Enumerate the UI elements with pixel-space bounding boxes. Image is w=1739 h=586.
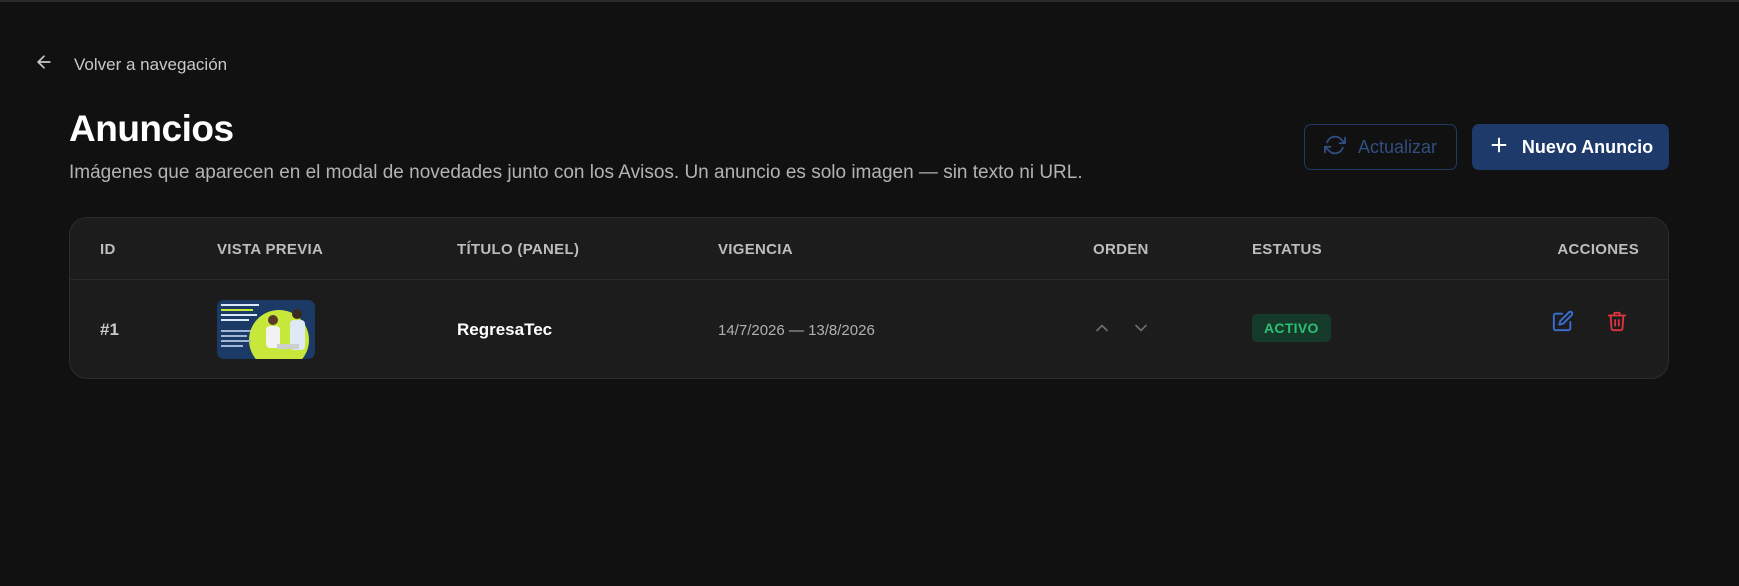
back-to-navigation-link[interactable]: Volver a navegación <box>34 52 227 77</box>
chevron-down-icon <box>1131 324 1151 342</box>
page-subtitle: Imágenes que aparecen en el modal de nov… <box>69 162 1083 183</box>
column-header-title: TÍTULO (PANEL) <box>457 241 580 258</box>
edit-button[interactable] <box>1552 310 1574 332</box>
new-announcement-button[interactable]: Nuevo Anuncio <box>1472 124 1669 170</box>
column-header-order: ORDEN <box>1093 241 1149 258</box>
table-row: #1 RegresaTec 14/7/2026 — 13/8/2026 ACTI… <box>70 280 1668 378</box>
refresh-button[interactable]: Actualizar <box>1304 124 1457 170</box>
edit-icon <box>1552 310 1574 336</box>
announcement-vigencia: 14/7/2026 — 13/8/2026 <box>718 322 875 339</box>
arrow-left-icon <box>34 52 54 77</box>
status-badge: ACTIVO <box>1252 314 1331 342</box>
announcements-table: ID VISTA PREVIA TÍTULO (PANEL) VIGENCIA … <box>69 217 1669 379</box>
column-header-status: ESTATUS <box>1252 241 1322 258</box>
move-up-button[interactable] <box>1092 318 1112 338</box>
chevron-up-icon <box>1092 324 1112 342</box>
move-down-button[interactable] <box>1131 318 1151 338</box>
announcement-title: RegresaTec <box>457 320 553 339</box>
table-header: ID VISTA PREVIA TÍTULO (PANEL) VIGENCIA … <box>70 218 1668 280</box>
page-title: Anuncios <box>69 108 234 149</box>
back-link-label: Volver a navegación <box>74 54 228 74</box>
refresh-button-label: Actualizar <box>1357 136 1438 157</box>
delete-button[interactable] <box>1606 310 1628 332</box>
top-border <box>0 0 1739 2</box>
plus-icon <box>1488 134 1510 161</box>
column-header-id: ID <box>100 241 116 258</box>
column-header-vigencia: VIGENCIA <box>718 241 793 258</box>
trash-icon <box>1606 311 1628 336</box>
column-header-actions: ACCIONES <box>1557 241 1639 258</box>
new-announcement-label: Nuevo Anuncio <box>1521 136 1654 157</box>
refresh-icon <box>1323 134 1346 161</box>
column-header-preview: VISTA PREVIA <box>217 241 324 258</box>
announcement-preview-image[interactable] <box>217 300 315 359</box>
announcement-id: #1 <box>100 320 119 339</box>
